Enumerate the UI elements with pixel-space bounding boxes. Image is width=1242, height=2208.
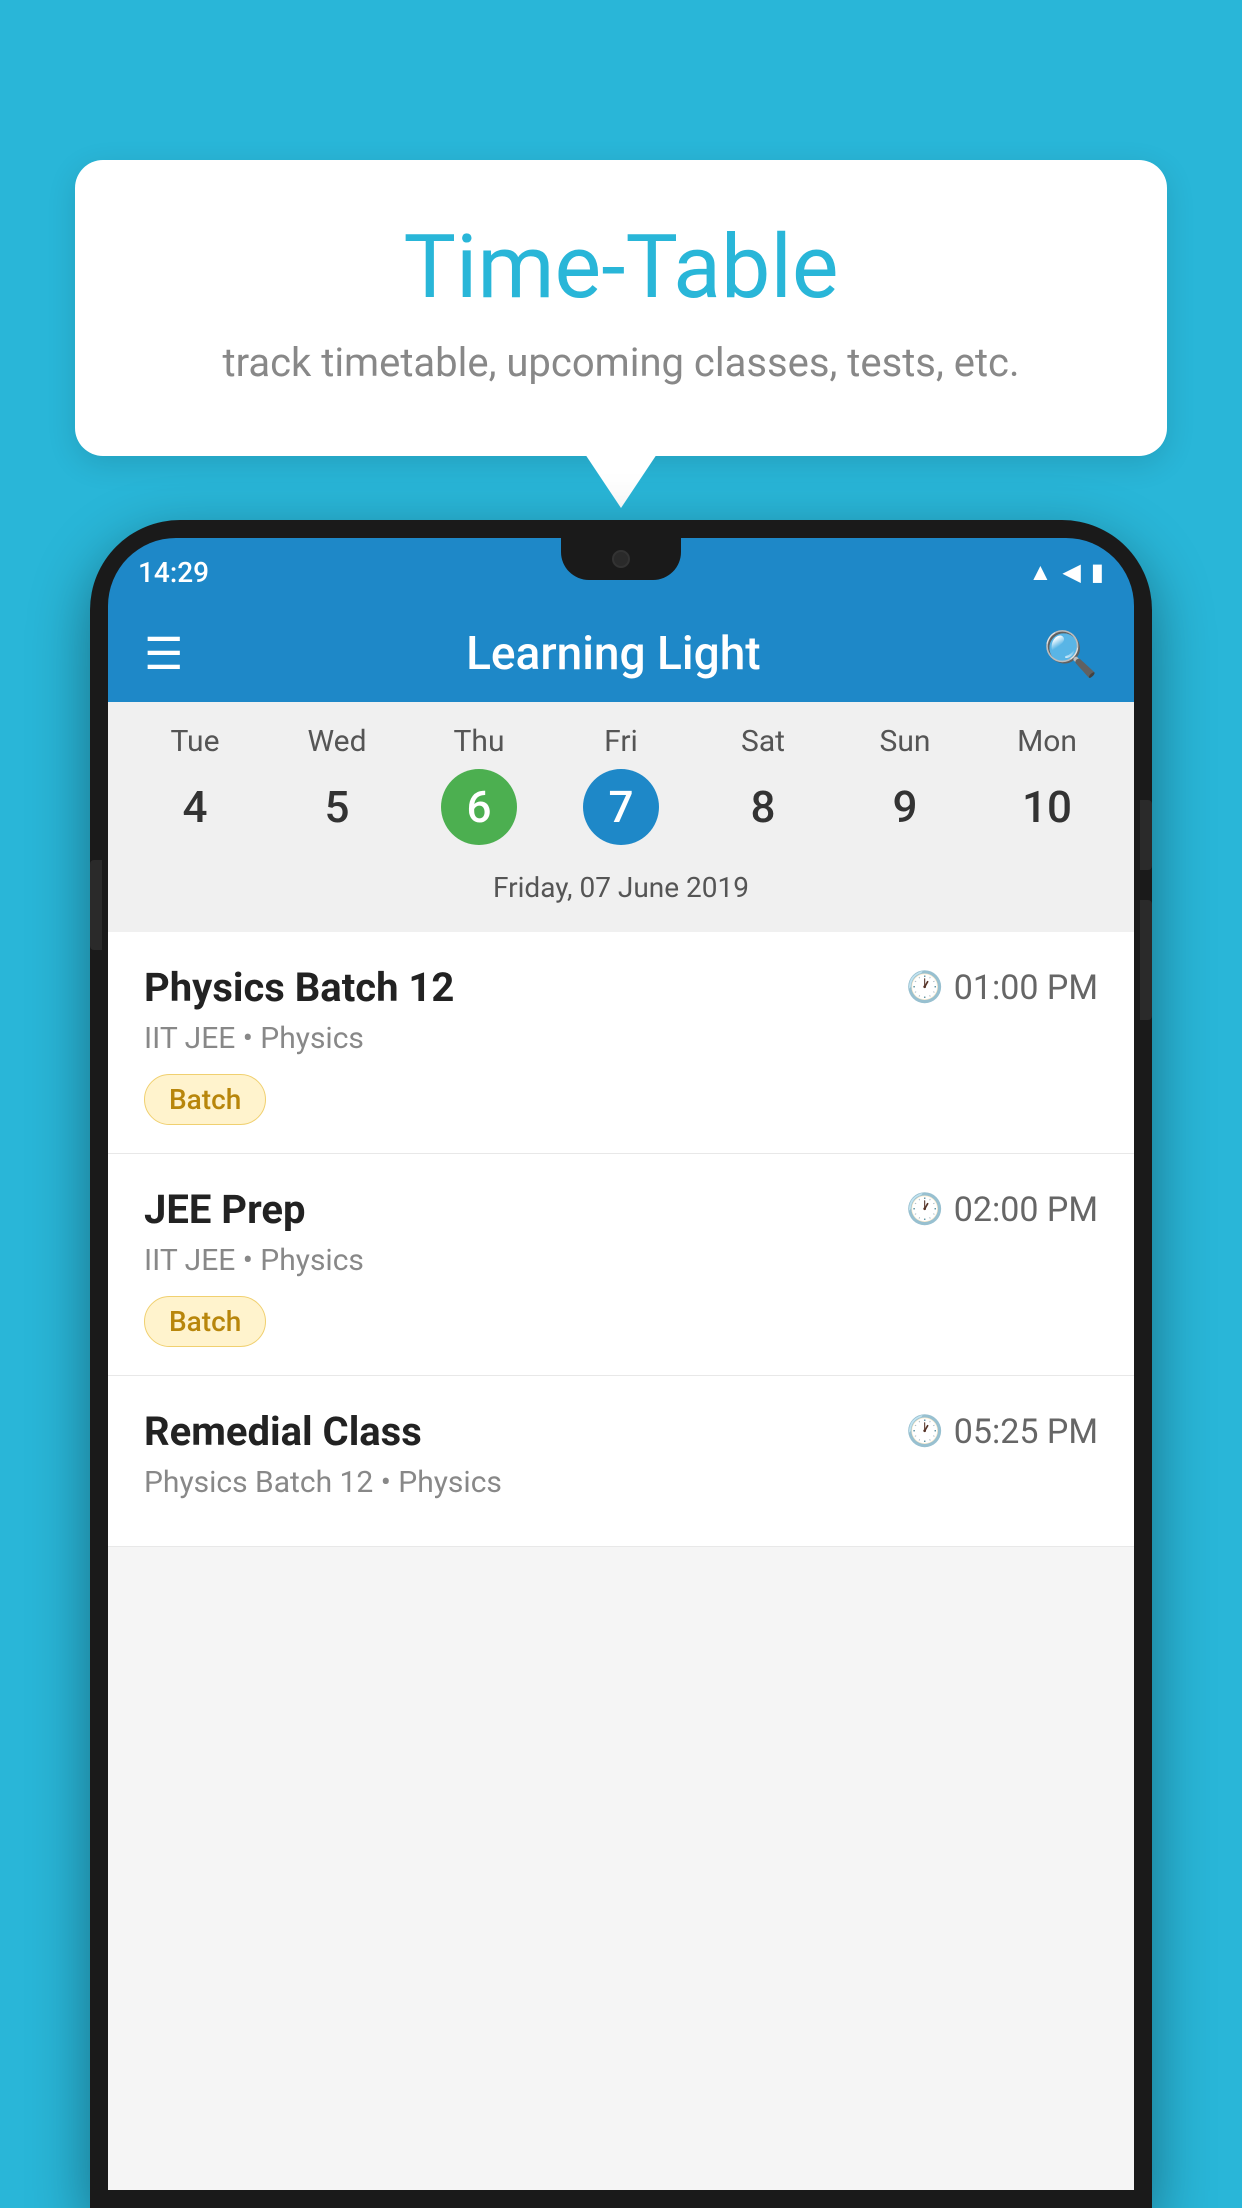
bubble-subtitle: track timetable, upcoming classes, tests… xyxy=(155,339,1087,386)
status-bar: 14:29 ▲ ◀ ▮ xyxy=(108,538,1134,606)
hamburger-icon[interactable]: ☰ xyxy=(144,632,183,676)
schedule-item-subtitle: Physics Batch 12 • Physics xyxy=(144,1465,1098,1500)
wifi-icon: ▲ xyxy=(1029,558,1053,587)
calendar-strip: Tue 4 Wed 5 Thu 6 Fri 7 Sat 8 Sun 9 Mon 10 Friday, 07… xyxy=(108,702,1134,932)
signal-icon: ◀ xyxy=(1062,558,1080,586)
clock-icon: 🕐 xyxy=(906,970,943,1005)
time-text: 05:25 PM xyxy=(954,1412,1098,1452)
schedule-item-time: 🕐 01:00 PM xyxy=(906,968,1098,1008)
schedule-item[interactable]: JEE Prep 🕐 02:00 PM IIT JEE • Physics Batch xyxy=(108,1154,1134,1376)
day-name: Wed xyxy=(308,724,367,759)
day-name: Tue xyxy=(171,724,220,759)
side-button-right-bottom xyxy=(1140,900,1152,1020)
day-col[interactable]: Mon 10 xyxy=(987,724,1107,845)
schedule-item-subtitle: IIT JEE • Physics xyxy=(144,1243,1098,1278)
schedule-item-title: Physics Batch 12 xyxy=(144,964,454,1011)
batch-badge: Batch xyxy=(144,1074,266,1125)
day-col[interactable]: Sun 9 xyxy=(845,724,965,845)
speech-bubble: Time-Table track timetable, upcoming cla… xyxy=(75,160,1167,456)
day-number[interactable]: 5 xyxy=(299,769,375,845)
day-number[interactable]: 10 xyxy=(1009,769,1085,845)
schedule-list: Physics Batch 12 🕐 01:00 PM IIT JEE • Physi… xyxy=(108,932,1134,1547)
time-text: 02:00 PM xyxy=(954,1190,1098,1230)
day-number[interactable]: 7 xyxy=(583,769,659,845)
day-name: Sun xyxy=(880,724,931,759)
schedule-item-title: Remedial Class xyxy=(144,1408,422,1455)
day-name: Fri xyxy=(604,724,638,759)
clock-icon: 🕐 xyxy=(906,1414,943,1449)
day-col[interactable]: Wed 5 xyxy=(277,724,397,845)
day-name: Sat xyxy=(741,724,785,759)
day-col[interactable]: Tue 4 xyxy=(135,724,255,845)
day-number[interactable]: 6 xyxy=(441,769,517,845)
day-number[interactable]: 8 xyxy=(725,769,801,845)
schedule-item-time: 🕐 05:25 PM xyxy=(906,1412,1098,1452)
day-col[interactable]: Thu 6 xyxy=(419,724,539,845)
day-col[interactable]: Fri 7 xyxy=(561,724,681,845)
phone-frame: 14:29 ▲ ◀ ▮ ☰ Learning Light 🔍 Tue4Wed5T… xyxy=(90,520,1152,2208)
schedule-item-title: JEE Prep xyxy=(144,1186,305,1233)
batch-badge: Batch xyxy=(144,1296,266,1347)
time-text: 01:00 PM xyxy=(954,968,1098,1008)
phone-time: 14:29 xyxy=(138,556,209,589)
bubble-title: Time-Table xyxy=(155,220,1087,317)
phone-screen: ☰ Learning Light 🔍 Tue4Wed5Thu6Fri7Sat8S… xyxy=(108,606,1134,2190)
day-name: Thu xyxy=(454,724,505,759)
camera-notch xyxy=(612,550,630,568)
phone-notch xyxy=(561,538,681,580)
schedule-item-subtitle: IIT JEE • Physics xyxy=(144,1021,1098,1056)
day-number[interactable]: 9 xyxy=(867,769,943,845)
clock-icon: 🕐 xyxy=(906,1192,943,1227)
search-icon[interactable]: 🔍 xyxy=(1043,628,1098,680)
schedule-item[interactable]: Physics Batch 12 🕐 01:00 PM IIT JEE • Physi… xyxy=(108,932,1134,1154)
side-button-right-top xyxy=(1140,800,1152,870)
selected-date-label: Friday, 07 June 2019 xyxy=(108,859,1134,922)
day-col[interactable]: Sat 8 xyxy=(703,724,823,845)
day-number[interactable]: 4 xyxy=(157,769,233,845)
day-name: Mon xyxy=(1017,724,1077,759)
schedule-item[interactable]: Remedial Class 🕐 05:25 PM Physics Batch 12 … xyxy=(108,1376,1134,1547)
app-header: ☰ Learning Light 🔍 xyxy=(108,606,1134,702)
status-icons: ▲ ◀ ▮ xyxy=(1029,558,1104,587)
days-row: Tue 4 Wed 5 Thu 6 Fri 7 Sat 8 Sun 9 Mon 10 xyxy=(108,724,1134,845)
app-title: Learning Light xyxy=(466,627,761,681)
battery-icon: ▮ xyxy=(1091,558,1104,586)
schedule-item-time: 🕐 02:00 PM xyxy=(906,1190,1098,1230)
side-button-left xyxy=(90,860,102,950)
